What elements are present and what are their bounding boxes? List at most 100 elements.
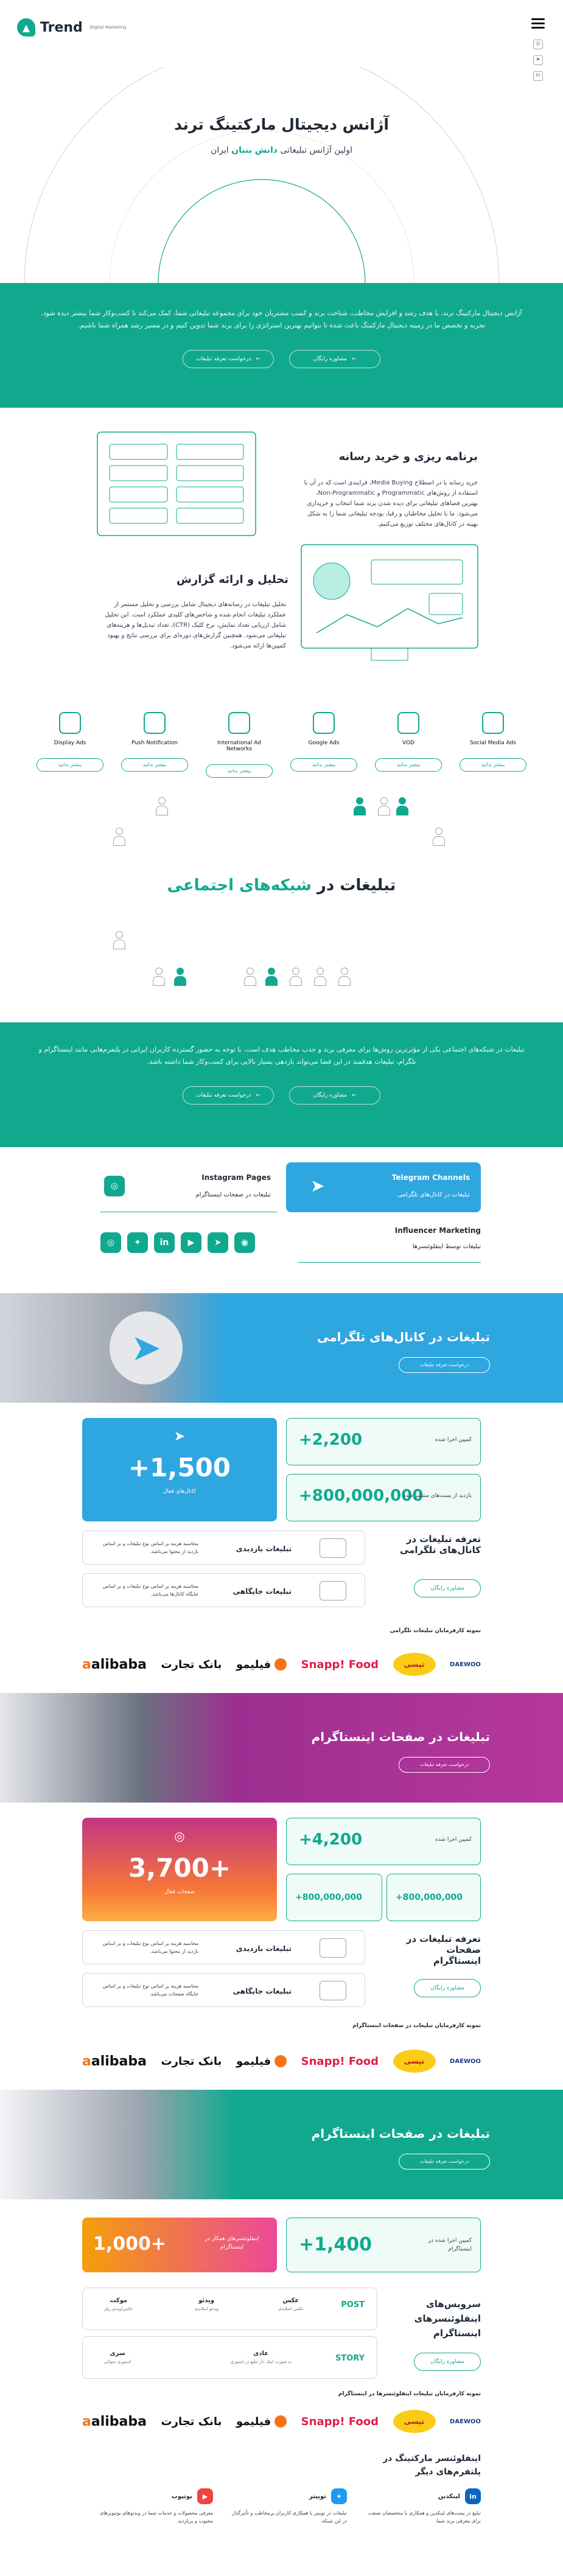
instagram-reach-stat: 800,000,000+ — [386, 1874, 481, 1921]
instagram-view-ads-card[interactable]: تبلیغات بازدیدی محاسبه هزینه بر اساس نوع… — [82, 1930, 365, 1964]
google-ads-icon — [313, 712, 335, 734]
brand-logo[interactable]: ▲ Trend Digital Marketing — [17, 18, 127, 37]
person-figure — [243, 968, 257, 992]
service-google-ads[interactable]: Google Ads بیشتر بدانید — [290, 712, 357, 778]
platform-twitter[interactable]: ✦ توییتر تبلیغات در توییتر با همکاری کارب… — [231, 2488, 347, 2525]
service-vod[interactable]: VOD بیشتر بدانید — [375, 712, 442, 778]
influencer-services-title: سرویس‌های اینفلوئنسرهای اینستاگرام — [414, 2299, 481, 2339]
logo-filimo: فیلیمو — [236, 2055, 287, 2068]
telegram-icon[interactable]: ➤ — [533, 55, 543, 65]
telegram-icon[interactable]: ➤ — [208, 1232, 228, 1253]
arrow-left-icon: ← — [352, 356, 357, 362]
channels-section: ➤ Telegram Channels تبلیغات در کانال‌های… — [0, 1147, 563, 1293]
menu-icon[interactable] — [531, 18, 545, 31]
instagram-customers-label: نمونه کارفرمایان تبلیغات در صفحات اینستا… — [352, 2023, 481, 2029]
telegram-channels-card[interactable]: ➤ Telegram Channels تبلیغات در کانال‌های… — [286, 1162, 481, 1212]
learn-more-button[interactable]: بیشتر بدانید — [121, 758, 188, 772]
intro-text: آژانس دیجیتال مارکتینگ ترند، با هدف رشد … — [41, 309, 522, 329]
request-tariff-button[interactable]: درخواست تعرفه تبلیغات ← — [183, 350, 274, 368]
logo-tapsi: تپسی — [393, 2410, 436, 2433]
learn-more-button[interactable]: بیشتر بدانید — [290, 758, 357, 772]
arrow-left-icon: ← — [256, 1092, 261, 1098]
telegram-position-ads-card[interactable]: تبلیغات جایگاهی محاسبه هزینه بر اساس نوع… — [82, 1573, 365, 1607]
podcast-icon[interactable]: ◉ — [234, 1232, 255, 1253]
platform-linkedin[interactable]: in لینکدین تبلیغ در پست‌های لینکدین و همک… — [365, 2488, 481, 2525]
instagram-pages-card[interactable]: ◎ Instagram Pages تبلیغات در صفحات اینست… — [100, 1162, 277, 1212]
site-header: ▲ Trend Digital Marketing ◎ ➤ in — [0, 0, 563, 81]
video-icon — [397, 712, 419, 734]
instagram-icon: ◎ — [174, 1829, 185, 1843]
telegram-view-ads-card[interactable]: تبلیغات بازدیدی محاسبه هزینه بر اساس نوع… — [82, 1531, 365, 1565]
hero-arcs — [24, 67, 500, 283]
service-social-media-ads[interactable]: Social Media Ads بیشتر بدانید — [460, 712, 526, 778]
logo-snappfood: Snapp! Food — [301, 2054, 379, 2068]
telegram-customers-logos: aalibaba بانک تجارت فیلیمو Snapp! Food ت… — [0, 1649, 563, 1680]
logo-tejarat: بانک تجارت — [161, 2415, 222, 2428]
social-intro-section: تبلیغات در شبکه‌های اجتماعی یکی از مؤثرت… — [0, 1022, 563, 1147]
logo-tapsi: تپسی — [393, 1653, 436, 1676]
person-figure — [152, 968, 166, 992]
twitter-icon[interactable]: ✦ — [127, 1232, 148, 1253]
youtube-icon: ▶ — [197, 2488, 213, 2504]
logo-alibaba: aalibaba — [82, 1656, 147, 1672]
free-consult-button[interactable]: مشاوره رایگان ← — [289, 1086, 380, 1105]
telegram-customers-label: نمونه کارفرمایان تبلیغات تلگرامی — [390, 1628, 481, 1634]
telegram-views-stat: 800,000,000+ بازدید از پست‌های منتشر شده — [286, 1474, 481, 1521]
influencer-platform-icons: ◎ ✦ in ▶ ➤ ◉ — [100, 1232, 255, 1253]
learn-more-button[interactable]: بیشتر بدانید — [206, 764, 273, 778]
telegram-icon: ➤ — [310, 1176, 325, 1196]
services-section: Social Media Ads بیشتر بدانید VOD بیشتر بد… — [0, 712, 563, 791]
request-tariff-button[interactable]: درخواست تعرفه تبلیغات ← — [183, 1086, 274, 1105]
service-push-notification[interactable]: Push Notification بیشتر بدانید — [121, 712, 188, 778]
person-figure — [113, 931, 126, 955]
free-consult-button[interactable]: مشاوره رایگان — [414, 2353, 481, 2371]
request-tariff-button[interactable]: درخواست تعرفه تبلیغات — [399, 1357, 490, 1373]
social-media-icon — [482, 712, 504, 734]
influencer-marketing-card[interactable]: Influencer Marketing تبلیغات توسط اینفلو… — [298, 1226, 481, 1263]
logo-filimo: فیلیمو — [236, 2415, 287, 2428]
request-tariff-button[interactable]: درخواست تعرفه تبلیغات — [399, 2154, 490, 2169]
learn-more-button[interactable]: بیشتر بدانید — [375, 758, 442, 772]
linkedin-icon: in — [465, 2488, 481, 2504]
telegram-icon: ➤ — [173, 1429, 186, 1444]
eye-icon — [320, 1938, 346, 1958]
instagram-customers-logos: aalibaba بانک تجارت فیلیمو Snapp! Food ت… — [0, 2046, 563, 2076]
instagram-icon[interactable]: ◎ — [100, 1232, 121, 1253]
bell-icon — [144, 712, 166, 734]
logo-alibaba: aalibaba — [82, 2053, 147, 2069]
eye-icon — [320, 1538, 346, 1558]
learn-more-button[interactable]: بیشتر بدانید — [37, 758, 103, 772]
social-title: تبلیغات در شبکه‌های اجتماعی — [167, 876, 396, 895]
logo-snappfood: Snapp! Food — [301, 1658, 379, 1671]
free-consult-button[interactable]: مشاوره رایگان — [414, 1979, 481, 1997]
telegram-big-stat: ➤ +1,500 کانال‌های فعال — [82, 1418, 277, 1521]
influencer-post-card[interactable]: POST عکس عکس اسلایدی ویدئو ویدئو اسلایدی م… — [82, 2288, 377, 2330]
other-platforms-title: اینفلوئنسر مارکتینگ در پلتفرم‌های دیگر — [383, 2454, 481, 2477]
logo-tejarat: بانک تجارت — [161, 2054, 222, 2068]
display-icon — [59, 712, 81, 734]
request-tariff-button[interactable]: درخواست تعرفه تبلیغات — [399, 1757, 490, 1773]
instagram-tariff-title: تعرفه تبلیغات در صفحات اینستاگرام — [406, 1933, 481, 1966]
person-figure — [353, 797, 366, 822]
instagram-position-ads-card[interactable]: تبلیغات جایگاهی محاسبه هزینه بر اساس نوع… — [82, 1973, 365, 2007]
telegram-banner: ➤ تبلیغات در کانال‌های تلگرامی درخواست ت… — [0, 1293, 563, 1403]
telegram-phone-icon: ➤ — [110, 1311, 183, 1384]
media-text: خرید رسانه یا در اصطلاح Media Buying، فر… — [304, 480, 478, 528]
free-consult-button[interactable]: مشاوره رایگان — [414, 1579, 481, 1597]
media-report-section: برنامه ریزی و خرید رسانه خرید رسانه یا د… — [0, 408, 563, 712]
youtube-icon[interactable]: ▶ — [181, 1232, 201, 1253]
instagram-big-stat: ◎ 3,700+ صفحات فعال — [82, 1818, 277, 1921]
other-platforms-section: اینفلوئنسر مارکتینگ در پلتفرم‌های دیگر i… — [0, 2437, 563, 2534]
instagram-icon[interactable]: ◎ — [533, 40, 543, 49]
logo-tapsi: تپسی — [393, 2050, 436, 2073]
service-display-ads[interactable]: Display Ads بیشتر بدانید — [37, 712, 103, 778]
person-figure — [377, 797, 391, 822]
platform-youtube[interactable]: ▶ یوتیوب معرفی محصولات و خدمات شما در وید… — [97, 2488, 213, 2525]
social-text: تبلیغات در شبکه‌های اجتماعی یکی از مؤثرت… — [38, 1045, 525, 1066]
learn-more-button[interactable]: بیشتر بدانید — [460, 758, 526, 772]
influencer-story-card[interactable]: STORY عادی به صورت لینک دار تبلیغ در استو… — [82, 2336, 377, 2379]
linkedin-icon[interactable]: in — [154, 1232, 175, 1253]
free-consult-button[interactable]: مشاوره رایگان ← — [289, 350, 380, 368]
service-international-ad-networks[interactable]: International Ad Networks بیشتر بدانید — [206, 712, 273, 778]
logo-filimo: فیلیمو — [236, 1658, 287, 1671]
